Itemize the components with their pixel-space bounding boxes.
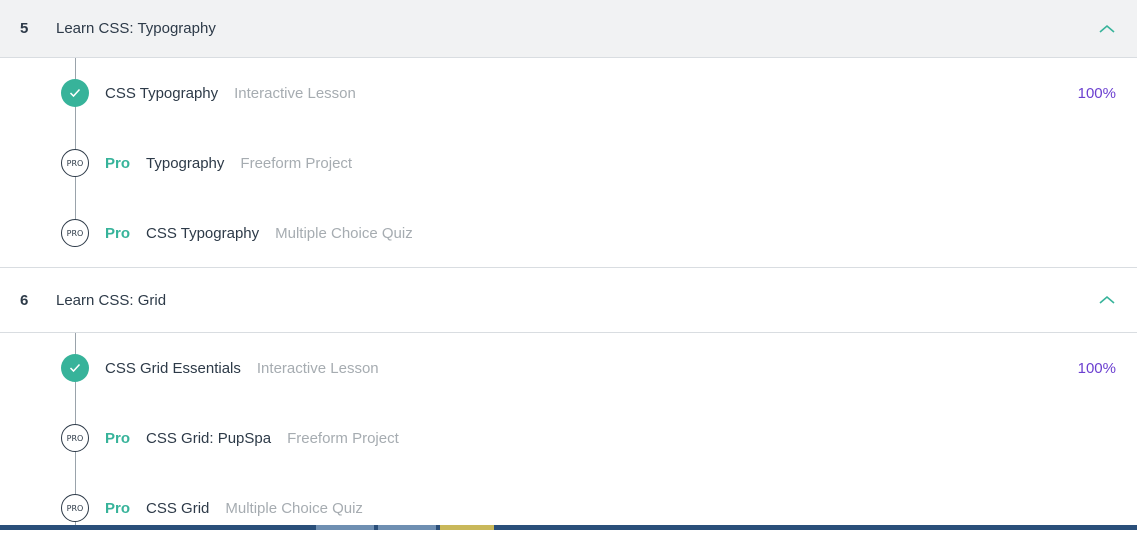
progress-percent: 100% [1077, 84, 1116, 102]
checkmark-icon [61, 354, 89, 382]
pro-badge-icon: PRO [61, 424, 89, 452]
pro-label: Pro [105, 429, 131, 447]
pro-label: Pro [105, 499, 131, 517]
project-name[interactable]: CSS Grid: PupSpa [146, 430, 271, 447]
checkmark-icon [61, 79, 89, 107]
progress-percent: 100% [1077, 359, 1116, 377]
list-item[interactable]: PRO Pro CSS Typography Multiple Choice Q… [0, 198, 1137, 268]
pro-label: Pro [105, 154, 131, 172]
pro-badge-icon: PRO [61, 494, 89, 522]
taskbar-button[interactable] [378, 525, 436, 530]
lesson-type: Interactive Lesson [234, 84, 356, 102]
module-title: Learn CSS: Typography [56, 20, 216, 37]
chevron-up-icon[interactable] [1097, 19, 1117, 39]
module-number: 6 [20, 291, 29, 309]
module-header-5[interactable]: 5 Learn CSS: Typography [0, 0, 1137, 58]
lesson-name[interactable]: CSS Grid Essentials [105, 360, 241, 377]
quiz-type: Multiple Choice Quiz [275, 224, 413, 242]
taskbar-button[interactable] [316, 525, 374, 530]
lesson-name[interactable]: CSS Typography [105, 85, 218, 102]
project-name[interactable]: Typography [146, 155, 224, 172]
pro-label: Pro [105, 224, 131, 242]
list-item[interactable]: CSS Typography Interactive Lesson 100% [0, 58, 1137, 128]
list-item[interactable]: CSS Grid Essentials Interactive Lesson 1… [0, 333, 1137, 403]
lesson-type: Interactive Lesson [256, 359, 379, 377]
list-item[interactable]: PRO Pro CSS Grid Multiple Choice Quiz [0, 473, 1137, 543]
os-taskbar [0, 525, 1137, 530]
pro-badge-icon: PRO [61, 219, 89, 247]
module-header-6[interactable]: 6 Learn CSS: Grid [0, 267, 1137, 333]
quiz-name[interactable]: CSS Grid [146, 500, 209, 517]
list-item[interactable]: PRO Pro Typography Freeform Project [0, 128, 1137, 198]
module-number: 5 [20, 20, 29, 37]
project-type: Freeform Project [287, 429, 399, 447]
pro-badge-icon: PRO [61, 149, 89, 177]
module-title: Learn CSS: Grid [56, 291, 167, 309]
chevron-up-icon[interactable] [1097, 290, 1117, 310]
quiz-type: Multiple Choice Quiz [225, 499, 363, 517]
quiz-name[interactable]: CSS Typography [146, 225, 259, 242]
project-type: Freeform Project [240, 154, 353, 172]
list-item[interactable]: PRO Pro CSS Grid: PupSpa Freeform Projec… [0, 403, 1137, 473]
taskbar-button[interactable] [440, 525, 494, 530]
